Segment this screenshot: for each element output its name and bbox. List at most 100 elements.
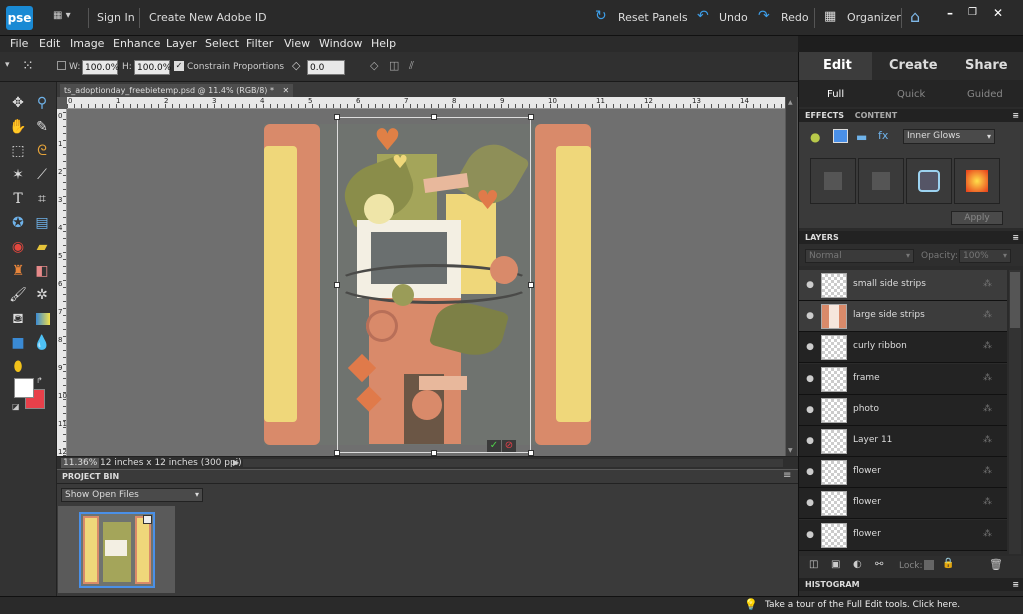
shape-tool-icon[interactable]: ■: [9, 334, 27, 352]
layer-style-icon[interactable]: ⁂: [983, 373, 992, 383]
filters-icon[interactable]: ●: [810, 130, 820, 144]
effect-swatch-3[interactable]: [906, 158, 952, 204]
lock-all-icon[interactable]: 🔒: [942, 558, 954, 569]
histogram-menu-icon[interactable]: ≡: [1012, 578, 1019, 591]
layer-row[interactable]: ● frame ⁂: [799, 363, 1007, 395]
layer-row[interactable]: ● photo ⁂: [799, 394, 1007, 426]
adjustment-layer-icon[interactable]: ◐: [853, 559, 862, 570]
menu-layer[interactable]: Layer: [166, 37, 197, 50]
menu-filter[interactable]: Filter: [246, 37, 273, 50]
healing-brush-tool-icon[interactable]: ▰: [33, 238, 51, 256]
scroll-down-arrow[interactable]: ▼: [788, 447, 793, 454]
layer-style-icon[interactable]: ⁂: [983, 466, 992, 476]
transform-handle-tr[interactable]: [528, 114, 534, 120]
apply-button[interactable]: Apply: [951, 211, 1003, 225]
layer-row[interactable]: ● large side strips ⁂: [799, 301, 1007, 333]
transform-handle-tm[interactable]: [431, 114, 437, 120]
organizer-button[interactable]: Organizer: [847, 11, 901, 24]
height-input[interactable]: 100.0%: [134, 60, 171, 75]
tab-edit[interactable]: Edit: [823, 58, 852, 73]
subtab-quick[interactable]: Quick: [897, 89, 925, 100]
layer-style-icon[interactable]: ⁂: [983, 435, 992, 445]
cancel-transform-icon[interactable]: ⊘: [502, 440, 516, 452]
blur-tool-icon[interactable]: 💧: [33, 334, 51, 352]
default-colors-icon[interactable]: ◪: [12, 402, 20, 411]
visibility-eye-icon[interactable]: ●: [804, 341, 816, 353]
close-button[interactable]: ✕: [993, 6, 1003, 20]
layer-row[interactable]: ● small side strips ⁂: [799, 270, 1007, 301]
eraser-tool-icon[interactable]: ◧: [33, 262, 51, 280]
visibility-eye-icon[interactable]: ●: [804, 529, 816, 541]
tour-link[interactable]: Take a tour of the Full Edit tools. Clic…: [765, 600, 960, 610]
layers-scrollbar[interactable]: [1009, 270, 1021, 554]
visibility-eye-icon[interactable]: ●: [804, 310, 816, 322]
project-bin-menu-icon[interactable]: ≡: [783, 470, 791, 481]
lock-transparency-icon[interactable]: [924, 560, 934, 570]
marquee-tool-icon[interactable]: ⬚: [9, 142, 27, 160]
subtab-full[interactable]: Full: [827, 89, 844, 100]
close-tab-icon[interactable]: ✕: [283, 86, 290, 95]
crop-tool-icon[interactable]: ⌗: [33, 190, 51, 208]
sign-in-link[interactable]: Sign In: [97, 11, 135, 24]
paint-bucket-tool-icon[interactable]: ⛾: [9, 310, 27, 328]
redo-button[interactable]: Redo: [781, 11, 809, 24]
undo-button[interactable]: Undo: [719, 11, 748, 24]
menu-help[interactable]: Help: [371, 37, 396, 50]
home-icon[interactable]: ⌂: [910, 7, 920, 26]
effects-menu-icon[interactable]: ≡: [1012, 109, 1019, 122]
layers-scroll-thumb[interactable]: [1010, 272, 1020, 328]
red-eye-tool-icon[interactable]: ◉: [9, 238, 27, 256]
menu-window[interactable]: Window: [319, 37, 362, 50]
layer-style-icon[interactable]: ⁂: [983, 404, 992, 414]
reference-point-icon[interactable]: [57, 61, 66, 70]
lasso-tool-icon[interactable]: ᘓ: [33, 142, 51, 160]
gradient-tool-icon[interactable]: [36, 313, 50, 325]
visibility-eye-icon[interactable]: ●: [804, 435, 816, 447]
reset-panels-button[interactable]: Reset Panels: [618, 11, 688, 24]
menu-enhance[interactable]: Enhance: [113, 37, 160, 50]
layer-row[interactable]: ● flower ⁂: [799, 519, 1007, 551]
layer-style-icon[interactable]: ⁂: [983, 497, 992, 507]
content-tab[interactable]: CONTENT: [855, 111, 897, 120]
effect-swatch-2[interactable]: [858, 158, 904, 204]
angle-input[interactable]: 0.0: [307, 60, 345, 75]
tab-share[interactable]: Share: [965, 58, 1008, 73]
cookie-cutter-tool-icon[interactable]: ✪: [9, 214, 27, 232]
effects-category-dropdown[interactable]: Inner Glows ▾: [903, 129, 995, 144]
quick-selection-tool-icon[interactable]: ⟋: [33, 166, 51, 184]
restore-button[interactable]: ❐: [968, 7, 977, 18]
photo-effects-icon[interactable]: ▬: [856, 130, 867, 144]
zoom-level[interactable]: 11.36%: [61, 458, 100, 468]
visibility-eye-icon[interactable]: ●: [804, 497, 816, 509]
status-menu-arrow[interactable]: ▶: [233, 458, 239, 467]
menu-view[interactable]: View: [284, 37, 310, 50]
blend-mode-dropdown[interactable]: Normal ▾: [805, 249, 914, 263]
swap-colors-icon[interactable]: ↱: [36, 376, 43, 385]
horizontal-scrollbar[interactable]: [243, 459, 783, 467]
effect-swatch-1[interactable]: [810, 158, 856, 204]
show-open-files-dropdown[interactable]: Show Open Files ▾: [61, 488, 203, 502]
new-group-icon[interactable]: ▣: [831, 559, 840, 570]
sponge-tool-icon[interactable]: ⬮: [9, 358, 27, 376]
magic-wand-tool-icon[interactable]: ✶: [9, 166, 27, 184]
brush-tool-icon[interactable]: 🖌: [9, 286, 27, 304]
straighten-tool-icon[interactable]: ▤: [33, 214, 51, 232]
link-layers-icon[interactable]: ⚯: [875, 559, 883, 570]
eyedropper-tool-icon[interactable]: ✎: [33, 118, 51, 136]
new-layer-icon[interactable]: ◫: [809, 559, 818, 570]
menu-file[interactable]: File: [10, 37, 28, 50]
transform-handle-tl[interactable]: [334, 114, 340, 120]
move-tool-icon[interactable]: ✥: [9, 94, 27, 112]
hand-tool-icon[interactable]: ✋: [9, 118, 27, 136]
rotate-icon[interactable]: ◇: [370, 59, 378, 72]
tool-preset-picker[interactable]: ▾: [5, 60, 10, 70]
effects-tab[interactable]: EFFECTS: [805, 111, 844, 120]
document-tab[interactable]: ts_adoptionday_freebietemp.psd @ 11.4% (…: [60, 84, 294, 97]
clone-stamp-tool-icon[interactable]: ♜: [9, 262, 27, 280]
transform-bounding-box[interactable]: [337, 117, 531, 453]
visibility-eye-icon[interactable]: ●: [804, 404, 816, 416]
layer-row[interactable]: ● flower ⁂: [799, 488, 1007, 520]
commit-transform-icon[interactable]: ✓: [487, 440, 501, 452]
skew-icon[interactable]: ⫽: [409, 59, 414, 73]
width-input[interactable]: 100.0%: [82, 60, 119, 75]
